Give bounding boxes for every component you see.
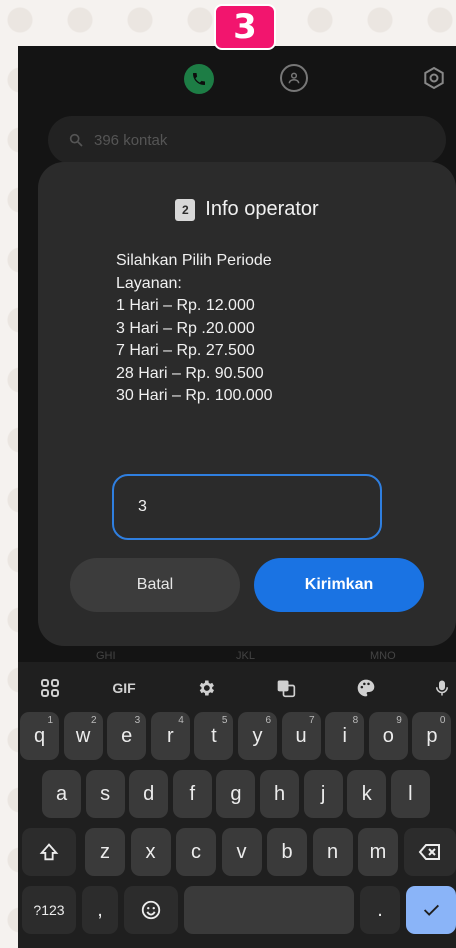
key-label: p [426, 724, 438, 747]
palette-icon[interactable] [352, 674, 380, 702]
key-m[interactable]: m [358, 828, 398, 876]
key-o[interactable]: o9 [368, 712, 408, 760]
symbols-key[interactable]: ?123 [22, 886, 76, 934]
key-label: e [121, 724, 133, 747]
key-number-hint: 5 [221, 715, 228, 726]
keyboard-toolbar: GIF [18, 668, 456, 708]
send-button[interactable]: Kirimkan [254, 558, 424, 612]
message-line: Layanan: [116, 274, 182, 292]
message-line: 1 Hari – Rp. 12.000 [116, 297, 255, 314]
key-label: r [166, 724, 174, 747]
message-line: 7 Hari – Rp. 27.500 [116, 342, 255, 359]
comma-key[interactable]: , [82, 886, 118, 934]
key-number-hint: 8 [352, 715, 359, 726]
key-number-hint: 9 [396, 715, 402, 726]
key-e[interactable]: e3 [107, 712, 147, 760]
cancel-button[interactable]: Batal [70, 558, 240, 612]
emoji-key[interactable] [124, 886, 178, 934]
dialpad-label: MNO [370, 650, 396, 662]
apps-grid-icon[interactable] [36, 674, 64, 702]
search-icon [69, 133, 83, 147]
key-t[interactable]: t5 [194, 712, 234, 760]
operator-info-dialog: 2 Info operator Silahkan Pilih Periode L… [38, 162, 456, 646]
key-number-hint: 1 [47, 715, 53, 726]
key-q[interactable]: q1 [20, 712, 59, 760]
backspace-key[interactable] [404, 828, 456, 876]
key-number-hint: 6 [265, 715, 271, 726]
dialog-title-text: Info operator [205, 198, 319, 220]
phone-screen: 396 kontak GHI JKL MNO 2 Info operator S… [18, 46, 456, 948]
phone-icon[interactable] [184, 64, 214, 94]
settings-icon[interactable] [420, 64, 448, 92]
key-w[interactable]: w2 [63, 712, 103, 760]
step-number-badge: 3 [214, 4, 276, 50]
key-j[interactable]: j [303, 770, 343, 818]
key-number-hint: 7 [309, 715, 315, 726]
dialpad-label: JKL [236, 650, 255, 662]
message-line: 3 Hari – Rp .20.000 [116, 319, 255, 337]
enter-key[interactable] [406, 886, 456, 934]
space-key[interactable] [184, 886, 354, 934]
period-key[interactable]: . [360, 886, 400, 934]
contact-search-bar[interactable]: 396 kontak [48, 116, 446, 164]
dialer-top-bar [18, 64, 456, 98]
key-y[interactable]: y6 [238, 712, 277, 760]
key-a[interactable]: a [42, 770, 81, 818]
key-b[interactable]: b [267, 828, 307, 876]
key-label: i [342, 724, 347, 747]
keyboard: GIF q1w2e3r4t5y6u7i8o9p0 asdfghjkl zxcvb… [18, 662, 456, 948]
key-x[interactable]: x [130, 828, 171, 876]
sim-card-icon: 2 [175, 198, 196, 221]
gear-icon[interactable] [192, 674, 220, 702]
key-label: t [211, 724, 217, 747]
dialpad-label: GHI [96, 650, 116, 662]
translate-icon[interactable] [272, 674, 300, 702]
dialog-title: 2 Info operator [38, 198, 456, 221]
key-r[interactable]: r4 [150, 712, 190, 760]
key-number-hint: 0 [439, 715, 446, 726]
reply-input[interactable]: 3 [112, 474, 382, 540]
key-f[interactable]: f [172, 770, 212, 818]
keyboard-row-4: ?123 , . [18, 886, 456, 936]
key-d[interactable]: d [129, 770, 169, 818]
key-label: o [382, 724, 394, 747]
message-line: Silahkan Pilih Periode [116, 252, 272, 269]
dialog-message: Silahkan Pilih Periode Layanan: 1 Hari –… [116, 250, 416, 408]
key-number-hint: 4 [178, 715, 184, 726]
keyboard-row-3: zxcvbnm [18, 828, 456, 878]
key-number-hint: 2 [91, 715, 97, 726]
microphone-icon[interactable] [428, 674, 456, 702]
key-s[interactable]: s [85, 770, 125, 818]
gif-icon[interactable]: GIF [110, 674, 138, 702]
contacts-icon[interactable] [280, 64, 308, 92]
key-u[interactable]: u7 [281, 712, 321, 760]
key-l[interactable]: l [390, 770, 430, 818]
key-v[interactable]: v [221, 828, 262, 876]
key-label: y [252, 724, 263, 747]
message-line: 30 Hari – Rp. 100.000 [116, 387, 273, 404]
key-number-hint: 3 [134, 715, 141, 726]
key-n[interactable]: n [312, 828, 353, 876]
key-h[interactable]: h [260, 770, 299, 818]
keyboard-row-1: q1w2e3r4t5y6u7i8o9p0 [18, 712, 456, 762]
key-i[interactable]: i8 [325, 712, 365, 760]
key-label: u [295, 724, 307, 747]
key-c[interactable]: c [176, 828, 216, 876]
search-placeholder: 396 kontak [94, 131, 168, 149]
key-p[interactable]: p0 [412, 712, 452, 760]
key-label: w [75, 724, 91, 747]
key-label: q [33, 724, 46, 747]
keyboard-row-2: asdfghjkl [18, 770, 456, 820]
reply-input-value: 3 [138, 498, 147, 515]
message-line: 28 Hari – Rp. 90.500 [116, 364, 264, 382]
key-g[interactable]: g [216, 770, 256, 818]
shift-key[interactable] [22, 828, 76, 876]
key-z[interactable]: z [85, 828, 125, 876]
key-k[interactable]: k [347, 770, 387, 818]
